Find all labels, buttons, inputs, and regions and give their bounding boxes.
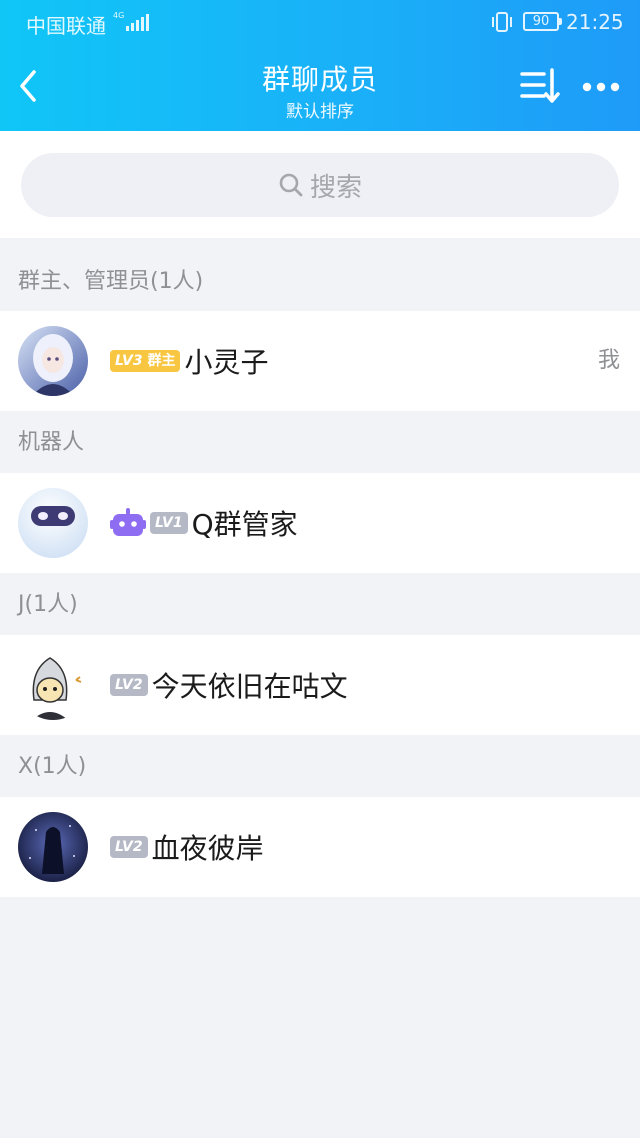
more-icon — [582, 82, 620, 92]
level-label: LV3 — [115, 353, 143, 369]
sort-icon — [520, 68, 560, 103]
sort-button[interactable] — [518, 66, 562, 106]
battery-icon: 90 — [523, 12, 562, 31]
level-badge: LV3 群主 — [110, 350, 181, 372]
level-badge: LV2 — [110, 836, 148, 858]
network-type: 4G — [113, 11, 125, 20]
member-name-line: LV3 群主 小灵子 — [110, 311, 268, 411]
member-name-line: LV2 血夜彼岸 — [110, 797, 264, 897]
avatar[interactable] — [18, 812, 88, 882]
member-name-line: LV2 今天依旧在咕文 — [110, 635, 348, 735]
member-name: 血夜彼岸 — [151, 832, 264, 865]
avatar[interactable] — [18, 326, 88, 396]
member-row-robot[interactable]: LV1 Q群管家 — [0, 473, 640, 573]
member-name: 今天依旧在咕文 — [151, 670, 348, 703]
section-header-robots: 机器人 — [18, 430, 85, 455]
clock: 21:25 — [566, 10, 624, 34]
member-row[interactable]: LV2 血夜彼岸 — [0, 797, 640, 897]
status-bar: 中国联通 4G 90 21:25 — [0, 0, 640, 44]
avatar[interactable] — [18, 650, 88, 720]
section-header-admins: 群主、管理员(1人) — [18, 269, 204, 294]
level-badge: LV1 — [150, 512, 188, 534]
search-input[interactable]: 搜索 — [21, 153, 619, 217]
search-icon — [279, 173, 303, 197]
member-name: 小灵子 — [184, 346, 269, 379]
avatar[interactable] — [18, 488, 88, 558]
self-indicator: 我 — [597, 348, 620, 373]
level-badge: LV2 — [110, 674, 148, 696]
member-name: Q群管家 — [191, 508, 298, 541]
search-placeholder: 搜索 — [309, 172, 362, 203]
signal-icon — [126, 13, 149, 31]
vibrate-icon — [492, 12, 512, 32]
member-name-line: LV1 Q群管家 — [110, 473, 298, 573]
search-area: 搜索 — [0, 131, 640, 238]
more-button[interactable] — [578, 70, 624, 104]
role-label: 群主 — [147, 353, 176, 369]
section-header-x: X(1人) — [18, 754, 87, 779]
carrier-label: 中国联通 — [26, 14, 106, 38]
section-header-j: J(1人) — [18, 592, 78, 617]
robot-icon — [110, 508, 146, 536]
member-row-owner[interactable]: LV3 群主 小灵子 我 — [0, 311, 640, 411]
member-row[interactable]: LV2 今天依旧在咕文 — [0, 635, 640, 735]
header-bar: 中国联通 4G 90 21:25 群聊成员 默认排序 — [0, 0, 640, 131]
